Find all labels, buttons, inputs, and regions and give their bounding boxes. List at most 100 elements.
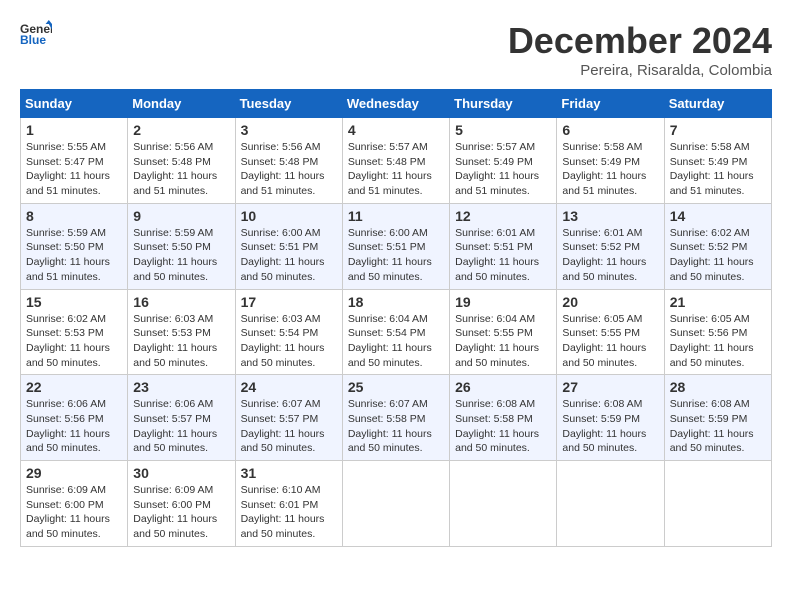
calendar-day-cell: 22 Sunrise: 6:06 AMSunset: 5:56 PMDayligh… bbox=[21, 375, 128, 461]
weekday-header-thursday: Thursday bbox=[450, 90, 557, 118]
day-info: Sunrise: 6:07 AMSunset: 5:58 PMDaylight:… bbox=[348, 398, 432, 454]
day-number: 5 bbox=[455, 122, 551, 138]
calendar-header: SundayMondayTuesdayWednesdayThursdayFrid… bbox=[21, 90, 772, 118]
calendar-day-cell: 2 Sunrise: 5:56 AMSunset: 5:48 PMDaylight… bbox=[128, 118, 235, 204]
day-info: Sunrise: 5:58 AMSunset: 5:49 PMDaylight:… bbox=[670, 141, 754, 197]
day-number: 19 bbox=[455, 294, 551, 310]
day-number: 6 bbox=[562, 122, 658, 138]
location-subtitle: Pereira, Risaralda, Colombia bbox=[508, 62, 772, 79]
day-number: 15 bbox=[26, 294, 122, 310]
calendar-day-cell: 28 Sunrise: 6:08 AMSunset: 5:59 PMDayligh… bbox=[664, 375, 771, 461]
calendar-day-cell: 12 Sunrise: 6:01 AMSunset: 5:51 PMDayligh… bbox=[450, 203, 557, 289]
day-number: 2 bbox=[133, 122, 229, 138]
day-number: 31 bbox=[241, 465, 337, 481]
weekday-header-sunday: Sunday bbox=[21, 90, 128, 118]
calendar-day-cell: 21 Sunrise: 6:05 AMSunset: 5:56 PMDayligh… bbox=[664, 289, 771, 375]
calendar-week-row: 8 Sunrise: 5:59 AMSunset: 5:50 PMDaylight… bbox=[21, 203, 772, 289]
calendar-day-cell: 10 Sunrise: 6:00 AMSunset: 5:51 PMDayligh… bbox=[235, 203, 342, 289]
day-info: Sunrise: 5:59 AMSunset: 5:50 PMDaylight:… bbox=[133, 227, 217, 283]
calendar-table: SundayMondayTuesdayWednesdayThursdayFrid… bbox=[20, 89, 772, 547]
day-info: Sunrise: 6:01 AMSunset: 5:52 PMDaylight:… bbox=[562, 227, 646, 283]
weekday-header-row: SundayMondayTuesdayWednesdayThursdayFrid… bbox=[21, 90, 772, 118]
day-info: Sunrise: 6:06 AMSunset: 5:57 PMDaylight:… bbox=[133, 398, 217, 454]
day-number: 27 bbox=[562, 379, 658, 395]
calendar-day-cell: 8 Sunrise: 5:59 AMSunset: 5:50 PMDaylight… bbox=[21, 203, 128, 289]
day-number: 11 bbox=[348, 208, 444, 224]
calendar-day-cell: 29 Sunrise: 6:09 AMSunset: 6:00 PMDayligh… bbox=[21, 461, 128, 547]
logo-icon: General Blue bbox=[20, 20, 52, 48]
day-info: Sunrise: 5:56 AMSunset: 5:48 PMDaylight:… bbox=[241, 141, 325, 197]
calendar-day-cell: 27 Sunrise: 6:08 AMSunset: 5:59 PMDayligh… bbox=[557, 375, 664, 461]
day-info: Sunrise: 6:09 AMSunset: 6:00 PMDaylight:… bbox=[26, 484, 110, 540]
day-info: Sunrise: 6:04 AMSunset: 5:54 PMDaylight:… bbox=[348, 313, 432, 369]
day-info: Sunrise: 6:06 AMSunset: 5:56 PMDaylight:… bbox=[26, 398, 110, 454]
calendar-body: 1 Sunrise: 5:55 AMSunset: 5:47 PMDaylight… bbox=[21, 118, 772, 547]
calendar-day-cell: 25 Sunrise: 6:07 AMSunset: 5:58 PMDayligh… bbox=[342, 375, 449, 461]
day-number: 22 bbox=[26, 379, 122, 395]
calendar-day-cell bbox=[557, 461, 664, 547]
day-number: 24 bbox=[241, 379, 337, 395]
day-number: 30 bbox=[133, 465, 229, 481]
day-info: Sunrise: 6:09 AMSunset: 6:00 PMDaylight:… bbox=[133, 484, 217, 540]
day-info: Sunrise: 6:08 AMSunset: 5:59 PMDaylight:… bbox=[562, 398, 646, 454]
weekday-header-friday: Friday bbox=[557, 90, 664, 118]
day-number: 17 bbox=[241, 294, 337, 310]
day-info: Sunrise: 6:08 AMSunset: 5:59 PMDaylight:… bbox=[670, 398, 754, 454]
day-number: 29 bbox=[26, 465, 122, 481]
day-number: 25 bbox=[348, 379, 444, 395]
calendar-day-cell: 15 Sunrise: 6:02 AMSunset: 5:53 PMDayligh… bbox=[21, 289, 128, 375]
day-info: Sunrise: 6:01 AMSunset: 5:51 PMDaylight:… bbox=[455, 227, 539, 283]
calendar-day-cell bbox=[342, 461, 449, 547]
svg-text:Blue: Blue bbox=[20, 33, 46, 47]
calendar-day-cell: 1 Sunrise: 5:55 AMSunset: 5:47 PMDaylight… bbox=[21, 118, 128, 204]
calendar-day-cell bbox=[450, 461, 557, 547]
weekday-header-monday: Monday bbox=[128, 90, 235, 118]
day-info: Sunrise: 6:05 AMSunset: 5:56 PMDaylight:… bbox=[670, 313, 754, 369]
day-number: 3 bbox=[241, 122, 337, 138]
day-number: 4 bbox=[348, 122, 444, 138]
calendar-day-cell: 14Sunrise: 6:02 AMSunset: 5:52 PMDayligh… bbox=[664, 203, 771, 289]
day-info: Sunrise: 6:00 AMSunset: 5:51 PMDaylight:… bbox=[348, 227, 432, 283]
day-info: Sunrise: 6:03 AMSunset: 5:53 PMDaylight:… bbox=[133, 313, 217, 369]
calendar-day-cell: 31Sunrise: 6:10 AMSunset: 6:01 PMDayligh… bbox=[235, 461, 342, 547]
day-number: 7 bbox=[670, 122, 766, 138]
day-info: Sunrise: 5:57 AMSunset: 5:49 PMDaylight:… bbox=[455, 141, 539, 197]
calendar-day-cell: 4Sunrise: 5:57 AMSunset: 5:48 PMDaylight… bbox=[342, 118, 449, 204]
day-info: Sunrise: 5:59 AMSunset: 5:50 PMDaylight:… bbox=[26, 227, 110, 283]
day-number: 16 bbox=[133, 294, 229, 310]
calendar-day-cell: 24Sunrise: 6:07 AMSunset: 5:57 PMDayligh… bbox=[235, 375, 342, 461]
calendar-day-cell: 17 Sunrise: 6:03 AMSunset: 5:54 PMDayligh… bbox=[235, 289, 342, 375]
calendar-day-cell: 5 Sunrise: 5:57 AMSunset: 5:49 PMDaylight… bbox=[450, 118, 557, 204]
day-info: Sunrise: 5:56 AMSunset: 5:48 PMDaylight:… bbox=[133, 141, 217, 197]
calendar-day-cell: 3 Sunrise: 5:56 AMSunset: 5:48 PMDaylight… bbox=[235, 118, 342, 204]
day-number: 14 bbox=[670, 208, 766, 224]
calendar-day-cell: 19Sunrise: 6:04 AMSunset: 5:55 PMDayligh… bbox=[450, 289, 557, 375]
logo: General Blue bbox=[20, 20, 52, 48]
calendar-day-cell: 11 Sunrise: 6:00 AMSunset: 5:51 PMDayligh… bbox=[342, 203, 449, 289]
day-number: 9 bbox=[133, 208, 229, 224]
calendar-week-row: 22 Sunrise: 6:06 AMSunset: 5:56 PMDayligh… bbox=[21, 375, 772, 461]
calendar-week-row: 15 Sunrise: 6:02 AMSunset: 5:53 PMDayligh… bbox=[21, 289, 772, 375]
weekday-header-saturday: Saturday bbox=[664, 90, 771, 118]
day-number: 8 bbox=[26, 208, 122, 224]
calendar-day-cell: 23Sunrise: 6:06 AMSunset: 5:57 PMDayligh… bbox=[128, 375, 235, 461]
day-number: 20 bbox=[562, 294, 658, 310]
calendar-day-cell: 7 Sunrise: 5:58 AMSunset: 5:49 PMDaylight… bbox=[664, 118, 771, 204]
day-number: 28 bbox=[670, 379, 766, 395]
day-number: 18 bbox=[348, 294, 444, 310]
calendar-day-cell: 16 Sunrise: 6:03 AMSunset: 5:53 PMDayligh… bbox=[128, 289, 235, 375]
day-number: 21 bbox=[670, 294, 766, 310]
day-info: Sunrise: 6:02 AMSunset: 5:53 PMDaylight:… bbox=[26, 313, 110, 369]
calendar-day-cell: 9 Sunrise: 5:59 AMSunset: 5:50 PMDaylight… bbox=[128, 203, 235, 289]
calendar-day-cell: 30 Sunrise: 6:09 AMSunset: 6:00 PMDayligh… bbox=[128, 461, 235, 547]
day-number: 1 bbox=[26, 122, 122, 138]
calendar-day-cell bbox=[664, 461, 771, 547]
day-info: Sunrise: 5:55 AMSunset: 5:47 PMDaylight:… bbox=[26, 141, 110, 197]
day-number: 12 bbox=[455, 208, 551, 224]
weekday-header-tuesday: Tuesday bbox=[235, 90, 342, 118]
day-info: Sunrise: 6:03 AMSunset: 5:54 PMDaylight:… bbox=[241, 313, 325, 369]
day-number: 13 bbox=[562, 208, 658, 224]
month-title: December 2024 bbox=[508, 20, 772, 62]
day-info: Sunrise: 6:00 AMSunset: 5:51 PMDaylight:… bbox=[241, 227, 325, 283]
day-number: 10 bbox=[241, 208, 337, 224]
